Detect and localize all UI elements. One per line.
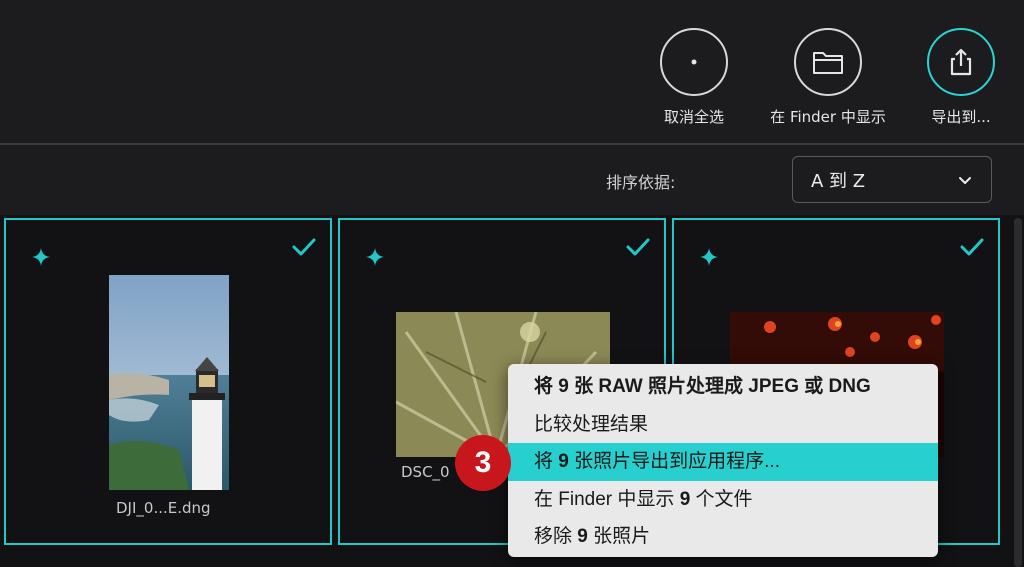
share-icon bbox=[950, 48, 972, 76]
show-in-finder-button[interactable]: 在 Finder 中显示 bbox=[770, 28, 886, 132]
photo-filename: DJI_0...E.dng bbox=[116, 499, 211, 517]
photo-filename: DSC_0 bbox=[401, 463, 450, 481]
deselect-all-label: 取消全选 bbox=[663, 108, 724, 126]
menu-text: 在 Finder 中显示 bbox=[534, 488, 680, 510]
menu-text: 比较处理结果 bbox=[534, 413, 649, 435]
menu-item-process-raw[interactable]: 将 9 张 RAW 照片处理成 JPEG 或 DNG bbox=[508, 368, 938, 406]
menu-item-show-in-finder[interactable]: 在 Finder 中显示 9 个文件 bbox=[508, 481, 938, 519]
dot-icon bbox=[691, 59, 697, 65]
menu-text: 个文件 bbox=[690, 488, 753, 510]
sort-label: 排序依据: bbox=[606, 173, 676, 192]
top-toolbar: 取消全选 在 Finder 中显示 导出到... bbox=[0, 0, 1024, 143]
chevron-down-icon bbox=[959, 177, 971, 184]
menu-text: 将 bbox=[534, 451, 559, 472]
menu-item-remove-photos[interactable]: 移除 9 张照片 bbox=[508, 518, 938, 556]
menu-count: 9 bbox=[679, 488, 691, 510]
menu-text: 移除 bbox=[534, 526, 578, 547]
sort-dropdown[interactable]: A 到 Z bbox=[792, 156, 992, 203]
scrollbar[interactable] bbox=[1014, 218, 1022, 567]
deselect-all-button[interactable]: 取消全选 bbox=[639, 28, 749, 132]
export-to-label: 导出到... bbox=[931, 108, 991, 126]
sparkle-icon bbox=[700, 248, 718, 266]
deselect-circle bbox=[660, 28, 728, 96]
photo-card[interactable]: DJI_0...E.dng bbox=[4, 218, 332, 545]
sparkle-icon bbox=[32, 248, 50, 266]
export-to-button[interactable]: 导出到... bbox=[906, 28, 1016, 132]
menu-text: 将 bbox=[534, 376, 559, 397]
show-in-finder-label: 在 Finder 中显示 bbox=[770, 108, 886, 126]
sparkle-icon bbox=[366, 248, 384, 266]
menu-count: 9 bbox=[577, 526, 588, 547]
checkmark-icon[interactable] bbox=[960, 238, 984, 256]
menu-item-export-to-app[interactable]: 将 9 张照片导出到应用程序... bbox=[508, 443, 938, 481]
menu-count: 9 bbox=[558, 376, 569, 397]
menu-text: 张 RAW 照片处理成 JPEG 或 DNG bbox=[568, 376, 871, 397]
folder-icon bbox=[813, 52, 843, 74]
menu-text: 张照片导出到应用程序... bbox=[568, 451, 780, 472]
sort-value: A 到 Z bbox=[811, 170, 866, 192]
export-circle bbox=[927, 28, 995, 96]
finder-circle bbox=[794, 28, 862, 96]
photo-thumbnail-lighthouse bbox=[109, 275, 229, 490]
menu-count: 9 bbox=[558, 451, 569, 472]
sort-bar: 排序依据: A 到 Z bbox=[0, 145, 1024, 215]
step-number-badge: 3 bbox=[455, 435, 511, 491]
menu-item-compare-results[interactable]: 比较处理结果 bbox=[508, 406, 938, 444]
menu-text: 张照片 bbox=[587, 526, 651, 547]
checkmark-icon[interactable] bbox=[626, 238, 650, 256]
context-menu: 将 9 张 RAW 照片处理成 JPEG 或 DNG 比较处理结果 将 9 张照… bbox=[508, 364, 938, 557]
checkmark-icon[interactable] bbox=[292, 238, 316, 256]
